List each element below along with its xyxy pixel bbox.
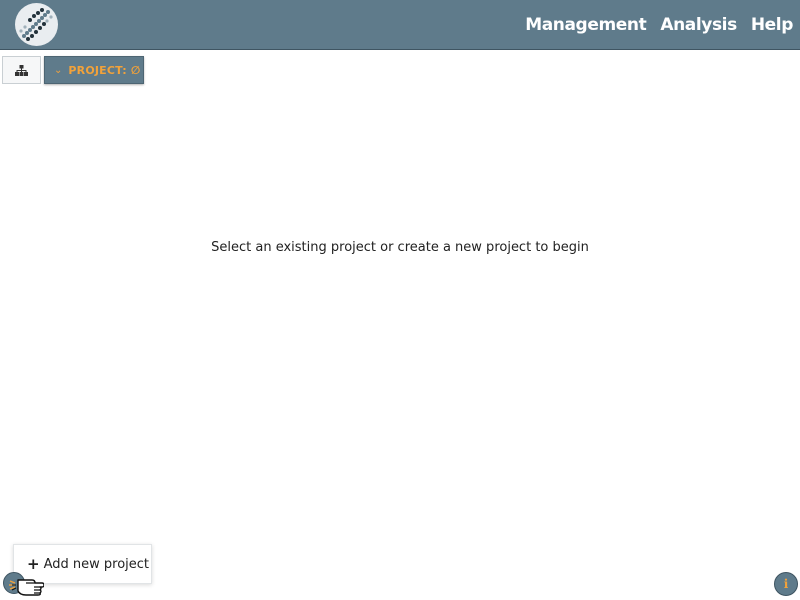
project-toolbar: ⌄ PROJECT: ∅ xyxy=(2,56,144,84)
top-header: Management Analysis Help xyxy=(0,0,800,50)
dna-helix-logo-icon[interactable] xyxy=(15,3,58,46)
info-icon: i xyxy=(783,577,789,591)
project-selector-label: PROJECT: ∅ xyxy=(68,63,141,77)
empty-state-message: Select an existing project or create a n… xyxy=(211,240,589,255)
main-nav: Management Analysis Help xyxy=(525,0,793,50)
nav-analysis[interactable]: Analysis xyxy=(660,15,737,35)
info-button[interactable]: i xyxy=(774,572,798,596)
project-selector-button[interactable]: ⌄ PROJECT: ∅ xyxy=(44,56,144,84)
tree-view-button[interactable] xyxy=(2,56,41,84)
nav-management[interactable]: Management xyxy=(525,15,647,35)
pointing-hand-cursor-icon xyxy=(9,579,44,596)
nav-help[interactable]: Help xyxy=(751,15,794,35)
sitemap-icon xyxy=(15,64,28,76)
chevron-down-icon: ⌄ xyxy=(54,64,63,76)
add-new-project-label: Add new project xyxy=(43,556,149,572)
